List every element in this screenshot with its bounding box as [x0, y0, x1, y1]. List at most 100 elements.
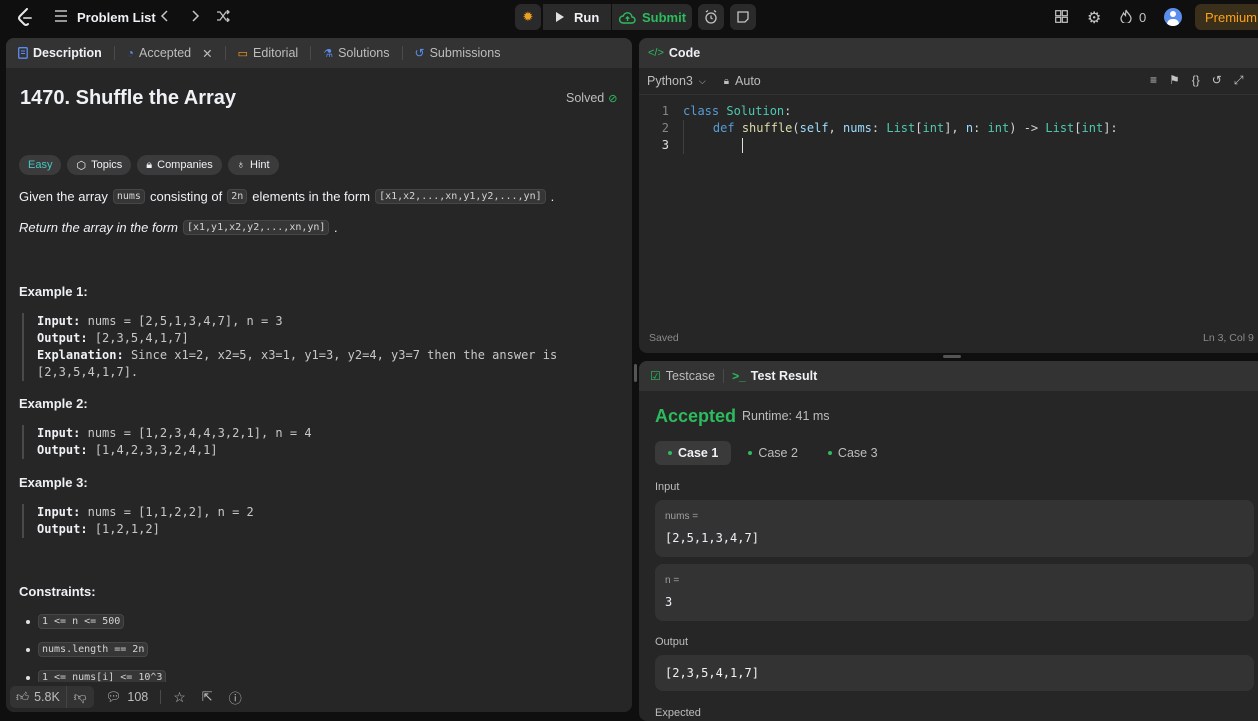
premium-button[interactable]: Premium — [1195, 4, 1258, 30]
example-2-title: Example 2: — [19, 396, 88, 411]
input-label: Input: — [37, 314, 81, 328]
example-explanation: Since x1=2, x2=5, x3=1, y1=3, y2=4, y3=7… — [130, 348, 558, 362]
gear-icon[interactable]: ⚙ — [1087, 8, 1101, 28]
line-numbers: 1 2 3 — [651, 103, 669, 154]
tab-solutions[interactable]: ⚗ Solutions — [315, 38, 397, 68]
comment-count: 108 — [127, 690, 149, 704]
case-tab-2[interactable]: Case 2 — [735, 441, 811, 465]
example-1-title: Example 1: — [19, 284, 88, 299]
submit-button[interactable]: Submit — [612, 4, 692, 30]
footer-divider — [160, 690, 162, 704]
play-icon — [556, 12, 564, 22]
grid-layout-icon[interactable] — [1055, 10, 1068, 23]
timer-button[interactable] — [698, 4, 724, 30]
like-button[interactable]: 👍︎ 5.8K — [10, 686, 66, 708]
tag-row: Easy ⬡ Topics 🔒︎ Companies ♁ Hint — [19, 155, 279, 175]
language-select[interactable]: Python3 ⌵ — [647, 74, 706, 88]
help-icon[interactable]: ⓘ — [229, 688, 242, 707]
tab-test-result-label: Test Result — [750, 369, 818, 383]
tab-testcase[interactable]: ☑ Testcase — [642, 361, 723, 391]
bookmark-icon[interactable]: ⚑ — [1169, 73, 1180, 88]
case-label: Case 2 — [758, 446, 798, 460]
code-line — [683, 137, 1118, 154]
run-label: Run — [574, 9, 600, 25]
lock-icon: 🔒︎ — [146, 158, 153, 171]
tab-test-result[interactable]: >_ Test Result — [724, 361, 825, 391]
hint-button[interactable]: ♁ Hint — [227, 155, 279, 175]
share-icon[interactable]: ⇱ — [202, 689, 213, 705]
inline-code: 2n — [227, 189, 248, 204]
case-tab-1[interactable]: Case 1 — [655, 441, 732, 465]
expand-icon[interactable]: ⤢ — [1234, 73, 1244, 88]
check-circle-icon: ⊘ — [608, 92, 618, 105]
var-value: 3 — [665, 595, 673, 609]
pass-dot — [668, 451, 672, 455]
format-icon[interactable]: ≡ — [1150, 73, 1157, 88]
flame-icon[interactable] — [1120, 9, 1132, 23]
topics-button[interactable]: ⬡ Topics — [67, 155, 132, 175]
tab-submissions-label: Submissions — [429, 46, 501, 60]
braces-icon[interactable]: {} — [1192, 73, 1200, 88]
comments-button[interactable]: 💬︎ 108 — [106, 690, 149, 705]
var-value: [2,5,1,3,4,7] — [665, 531, 759, 545]
tab-submissions[interactable]: ↺ Submissions — [407, 38, 509, 68]
horizontal-resize-handle[interactable] — [943, 355, 961, 358]
inline-code: nums — [112, 189, 145, 204]
topics-label: Topics — [91, 159, 123, 171]
companies-button[interactable]: 🔒︎ Companies — [137, 155, 222, 175]
output-value: [2,3,5,4,1,7] — [665, 666, 759, 680]
star-icon[interactable]: ☆ — [173, 689, 186, 706]
chevron-left-icon[interactable] — [160, 10, 170, 22]
tab-testcase-label: Testcase — [665, 369, 716, 383]
auto-toggle[interactable]: 🔒︎ Auto — [724, 74, 761, 88]
tab-description[interactable]: Description — [10, 38, 110, 68]
cursor-position: Ln 3, Col 9 — [1203, 332, 1254, 344]
vertical-resize-handle[interactable] — [634, 364, 637, 382]
chevron-right-icon[interactable] — [190, 10, 200, 22]
case-tab-3[interactable]: Case 3 — [815, 441, 891, 465]
list-icon[interactable] — [54, 10, 68, 22]
result-status: Accepted — [655, 406, 737, 426]
tab-editorial[interactable]: ▭ Editorial — [230, 38, 307, 68]
book-icon: ▭ — [237, 47, 249, 60]
var-name: nums = — [665, 511, 699, 522]
output-box: [2,3,5,4,1,7] — [655, 655, 1254, 691]
line-number: 3 — [661, 138, 669, 152]
description-line-2: Return the array in the form [x1,y1,x2,y… — [19, 220, 339, 235]
tab-solutions-label: Solutions — [338, 46, 390, 60]
dislike-button[interactable]: 👎︎ — [65, 686, 94, 708]
notes-button[interactable] — [730, 4, 756, 30]
leetcode-logo-icon[interactable] — [16, 8, 34, 26]
runtime: Runtime: 41 ms — [742, 409, 830, 423]
var-name: n = — [665, 575, 680, 586]
avatar[interactable] — [1164, 8, 1182, 26]
line-number: 2 — [661, 121, 669, 135]
code-editor[interactable]: 1 2 3 class Solution: def shuffle(self, … — [639, 100, 1258, 325]
shuffle-icon[interactable] — [216, 10, 230, 22]
code-tabbar: </> Code — [639, 38, 1258, 68]
tab-divider — [401, 46, 403, 60]
tab-code-label[interactable]: Code — [669, 46, 700, 60]
inline-code: [x1,y1,x2,y2,...,xn,yn] — [182, 220, 330, 235]
bullet — [26, 647, 30, 652]
code-line: def shuffle(self, nums: List[int], n: in… — [683, 120, 1118, 137]
thumbs-up-icon: 👍︎ — [16, 689, 30, 704]
run-button[interactable]: Run — [543, 4, 611, 30]
problem-list-link[interactable]: Problem List — [77, 10, 156, 25]
code-icon: </> — [648, 47, 664, 59]
tab-description-label: Description — [33, 46, 102, 60]
note-icon — [737, 11, 749, 23]
close-icon[interactable]: ✕ — [202, 46, 212, 61]
output-label: Output: — [37, 443, 88, 457]
text-cursor — [741, 138, 743, 153]
tab-accepted[interactable]: ◔ Accepted ✕ — [119, 38, 221, 68]
reset-icon[interactable]: ↺ — [1212, 73, 1222, 88]
example-explanation-cont: [2,3,5,4,1,7]. — [37, 365, 139, 379]
input-section-label: Input — [655, 481, 680, 493]
thumbs-down-icon: 👎︎ — [73, 689, 87, 704]
example-input: nums = [2,5,1,3,4,7], n = 3 — [87, 314, 283, 328]
debug-button[interactable]: ✹ — [515, 4, 541, 30]
example-input: nums = [1,1,2,2], n = 2 — [87, 505, 254, 519]
constraint-item: 1 <= n <= 500 — [26, 614, 125, 629]
saved-status: Saved — [649, 332, 679, 344]
